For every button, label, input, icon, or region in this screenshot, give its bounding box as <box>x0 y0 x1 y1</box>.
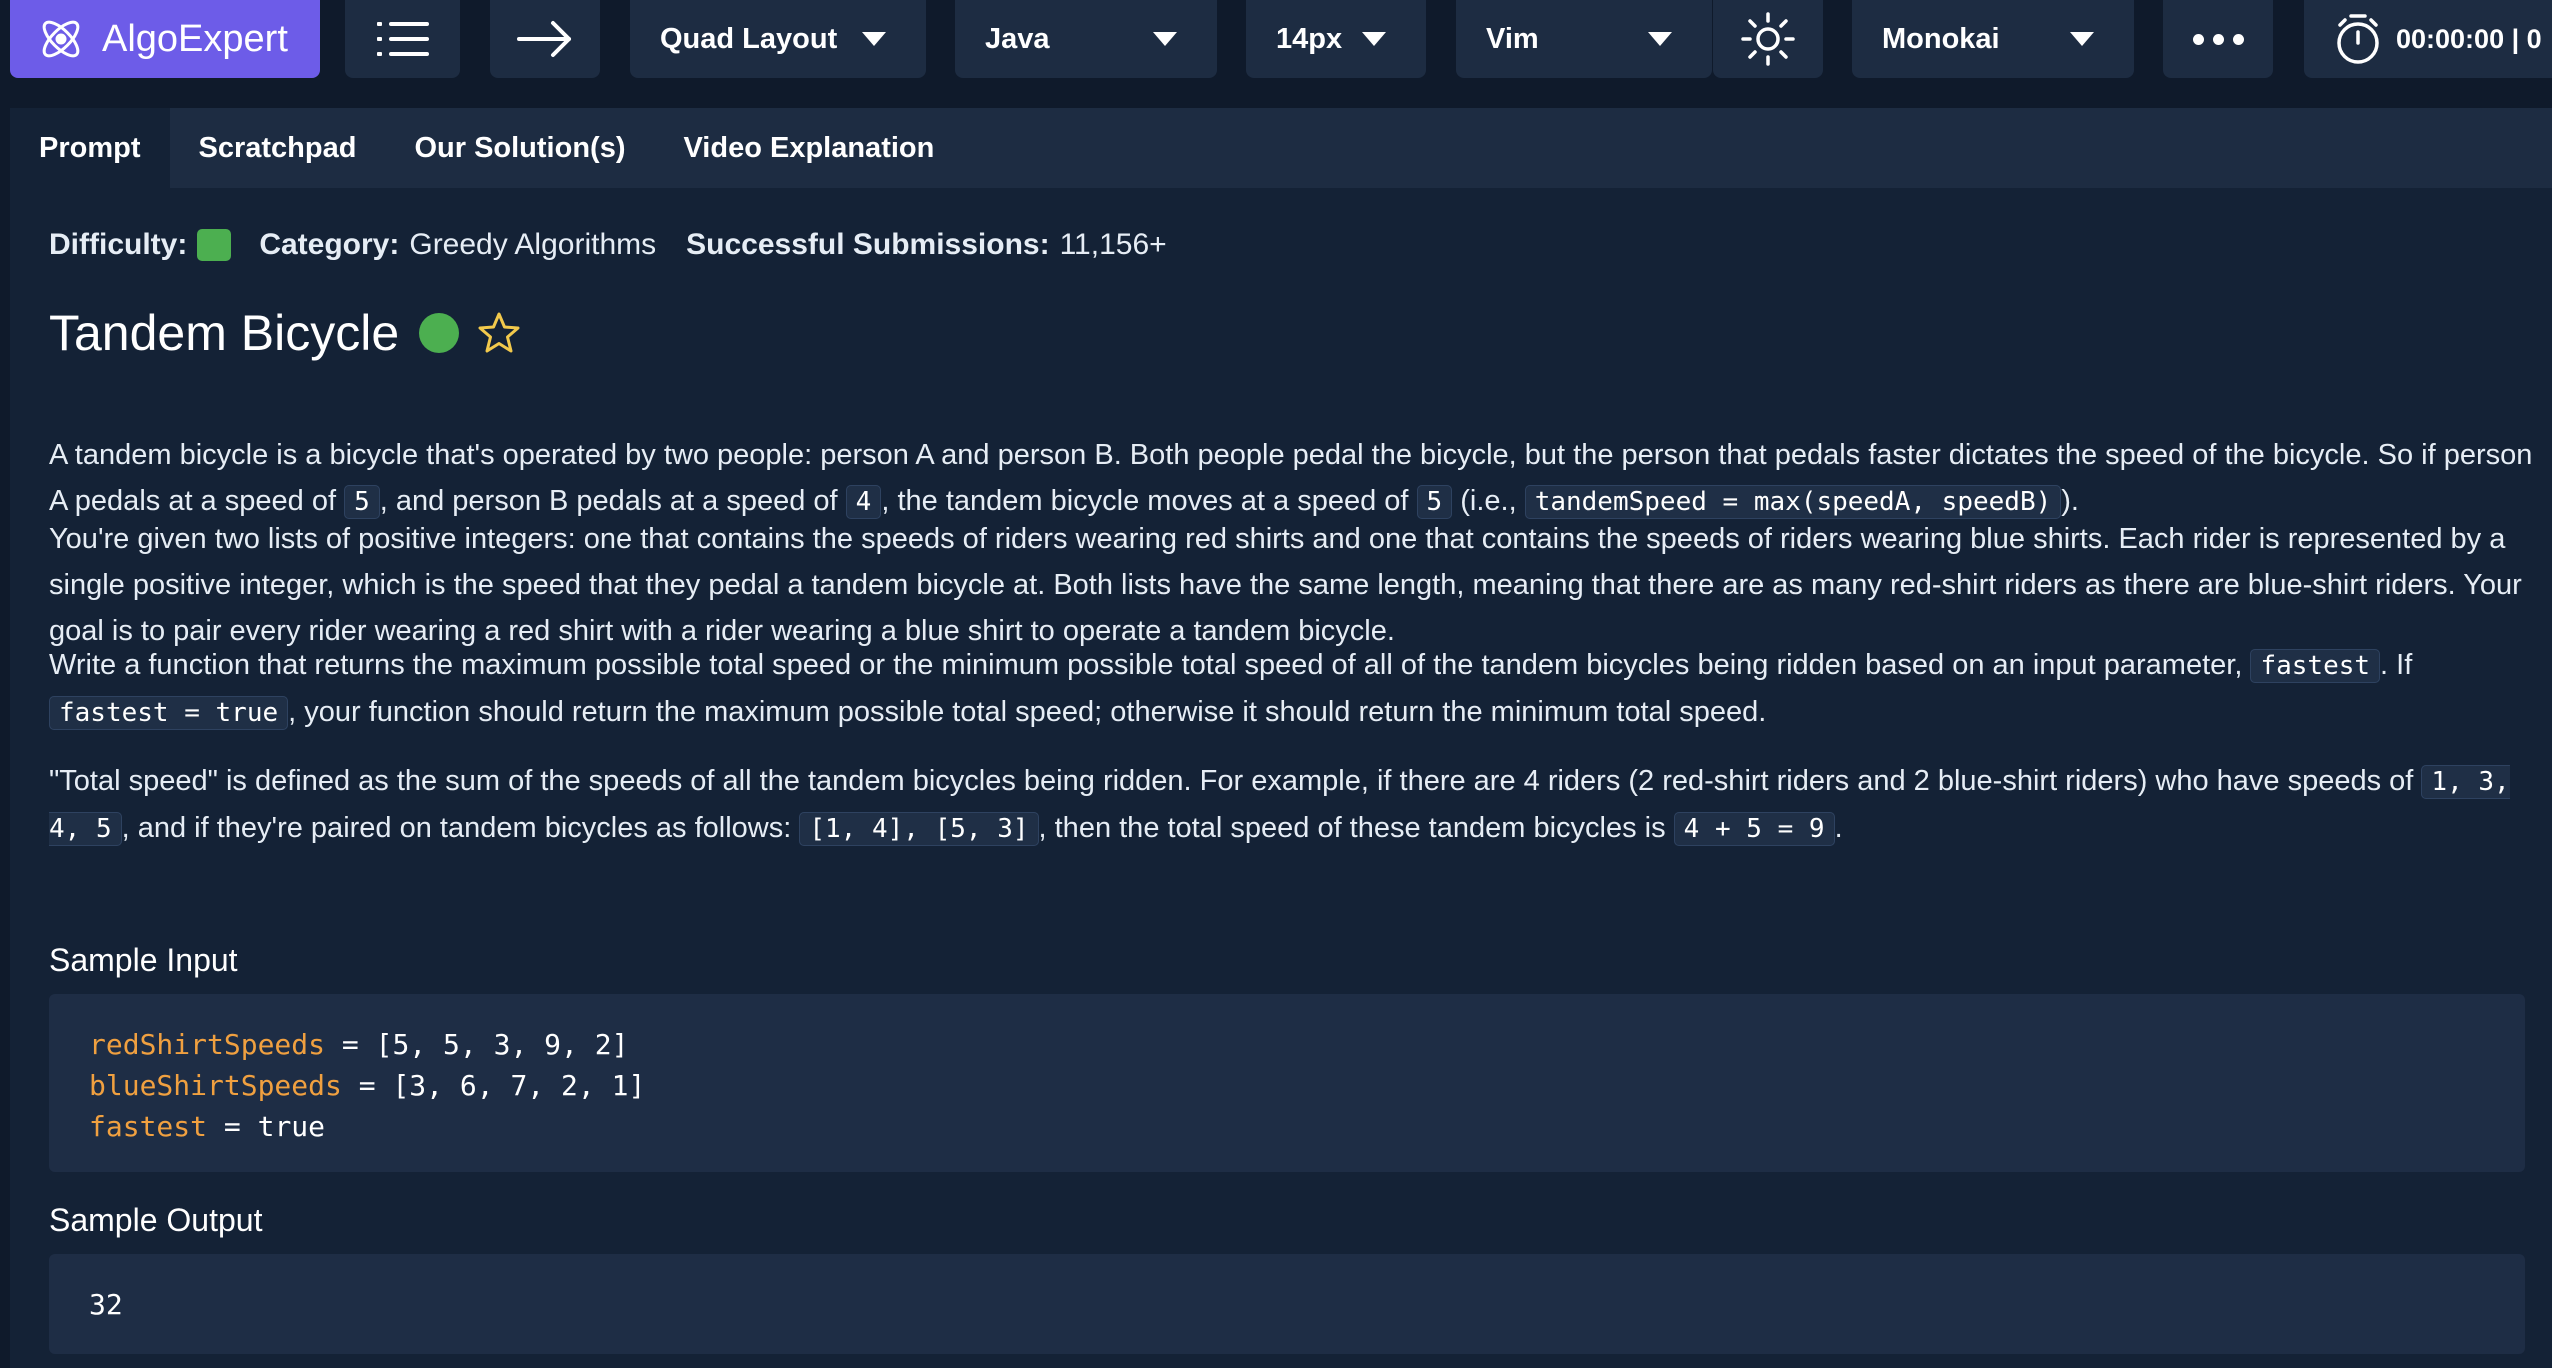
chevron-down-icon <box>862 32 886 46</box>
next-question-button[interactable] <box>490 0 600 78</box>
prompt-paragraph-4: "Total speed" is defined as the sum of t… <box>49 765 2510 846</box>
inline-code: 4 + 5 = 9 <box>1673 812 1835 846</box>
keybindings-dropdown[interactable]: Vim <box>1456 0 1712 78</box>
star-icon[interactable] <box>477 311 521 355</box>
sun-icon <box>1741 12 1795 66</box>
chevron-down-icon <box>1648 32 1672 46</box>
brand-name: AlgoExpert <box>102 17 288 60</box>
code-line: 32 <box>89 1288 123 1321</box>
category-value: Greedy Algorithms <box>409 228 657 261</box>
question-title: Tandem Bicycle <box>49 305 400 361</box>
stopwatch-icon <box>2337 14 2379 64</box>
inline-code: [1, 4], [5, 3] <box>799 812 1039 846</box>
inline-code: 5 <box>344 485 380 519</box>
color-scheme-value: Monokai <box>1882 22 2000 55</box>
inline-code: fastest <box>2250 649 2381 683</box>
algoexpert-logo-icon <box>42 20 80 58</box>
question-list-button[interactable] <box>345 0 460 78</box>
question-meta: Difficulty: Category: Greedy Algorithms … <box>49 228 1167 262</box>
chevron-down-icon <box>1362 32 1386 46</box>
code-line: redShirtSpeeds = [5, 5, 3, 9, 2] <box>89 1028 629 1061</box>
prompt-paragraph-3: Write a function that returns the maximu… <box>49 649 2413 730</box>
font-size-value: 14px <box>1276 22 1343 55</box>
title-row: Tandem Bicycle <box>49 304 521 362</box>
inline-code: 4 <box>845 485 882 519</box>
code-line: blueShirtSpeeds = [3, 6, 7, 2, 1] <box>89 1069 646 1102</box>
sample-output-block[interactable]: 32 <box>49 1254 2525 1354</box>
language-dropdown[interactable]: Java <box>955 0 1217 78</box>
toolbar: AlgoExpert Quad Layout Java 14px Vim Mon… <box>0 0 2552 78</box>
brand-logo[interactable]: AlgoExpert <box>10 0 320 78</box>
more-options-button[interactable] <box>2163 0 2273 78</box>
submissions-label: Successful Submissions: <box>686 228 1050 261</box>
tab-scratchpad[interactable]: Scratchpad <box>170 108 386 188</box>
inline-code: 5 <box>1416 485 1453 519</box>
prompt-paragraph-1: A tandem bicycle is a bicycle that's ope… <box>49 439 2533 519</box>
difficulty-label: Difficulty: <box>49 228 188 261</box>
tab-prompt[interactable]: Prompt <box>10 108 170 188</box>
code-line: fastest = true <box>89 1110 326 1143</box>
layout-value: Quad Layout <box>660 22 838 55</box>
sample-input-block[interactable]: redShirtSpeeds = [5, 5, 3, 9, 2] blueShir… <box>49 994 2525 1172</box>
keybindings-value: Vim <box>1486 22 1539 55</box>
chevron-down-icon <box>1153 32 1177 46</box>
layout-dropdown[interactable]: Quad Layout <box>630 0 926 78</box>
inline-code: fastest = true <box>49 696 289 730</box>
tab-bar: Prompt Scratchpad Our Solution(s) Video … <box>10 108 2552 188</box>
language-value: Java <box>985 22 1050 55</box>
tab-video-explanation[interactable]: Video Explanation <box>654 108 963 188</box>
prompt-panel: Difficulty: Category: Greedy Algorithms … <box>10 188 2552 1368</box>
timer[interactable]: 00:00:00 | 0 <box>2304 0 2552 78</box>
completion-status-icon <box>419 313 460 353</box>
difficulty-badge <box>197 229 232 261</box>
timer-value: 00:00:00 | 0 <box>2396 23 2542 54</box>
submissions-value: 11,156+ <box>1059 228 1167 261</box>
tab-our-solutions[interactable]: Our Solution(s) <box>385 108 654 188</box>
list-icon <box>376 22 429 56</box>
sample-output-label: Sample Output <box>49 1202 263 1238</box>
chevron-down-icon <box>2070 32 2094 46</box>
font-size-dropdown[interactable]: 14px <box>1246 0 1426 78</box>
prompt-paragraph-2: You're given two lists of positive integ… <box>49 523 2522 647</box>
sample-input-label: Sample Input <box>49 942 238 978</box>
category-label: Category: <box>259 228 400 261</box>
more-dots-icon <box>2192 33 2244 45</box>
arrow-right-icon <box>517 21 571 57</box>
color-scheme-dropdown[interactable]: Monokai <box>1852 0 2134 78</box>
inline-code: tandemSpeed = max(speedA, speedB) <box>1524 485 2062 519</box>
theme-toggle-button[interactable] <box>1713 0 1823 78</box>
